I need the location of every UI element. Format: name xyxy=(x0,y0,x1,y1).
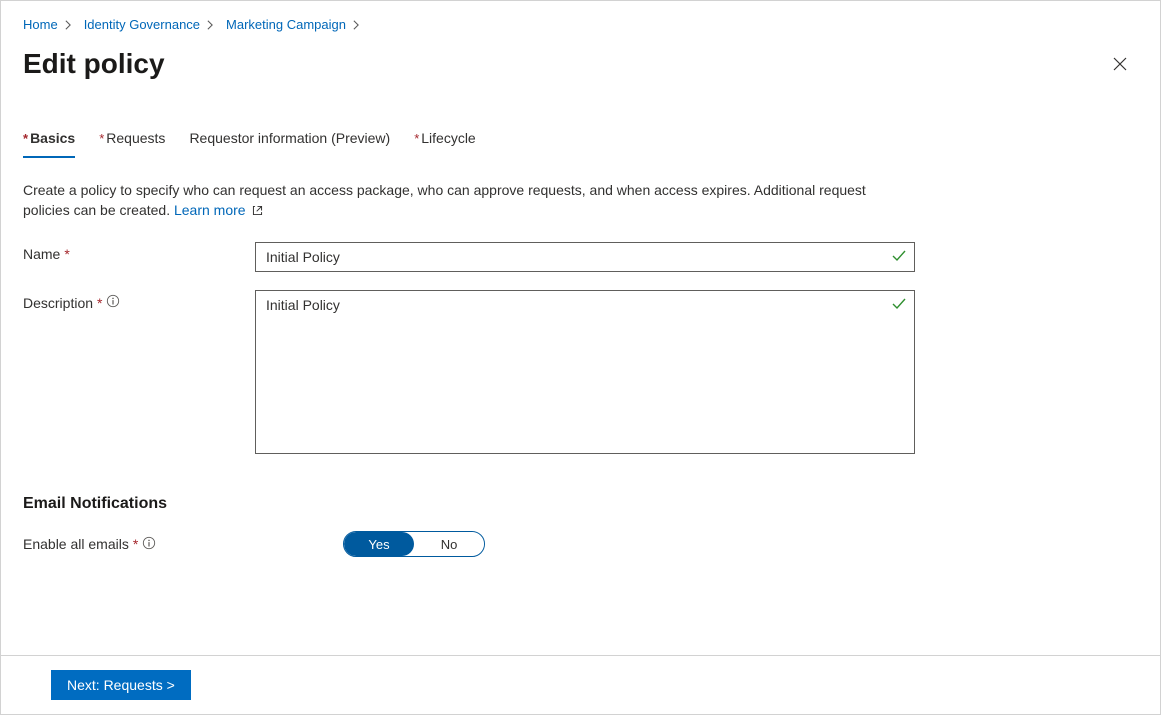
chevron-right-icon xyxy=(64,20,78,30)
next-button[interactable]: Next: Requests > xyxy=(51,670,191,700)
label-text: Description xyxy=(23,295,93,311)
crumb-marketing[interactable]: Marketing Campaign xyxy=(226,16,346,34)
chevron-right-icon xyxy=(206,20,220,30)
description-body: Create a policy to specify who can reque… xyxy=(23,182,866,218)
info-icon[interactable] xyxy=(106,294,120,311)
tab-label: Requestor information (Preview) xyxy=(189,130,390,146)
breadcrumb: Home Identity Governance Marketing Campa… xyxy=(23,12,1138,38)
check-icon xyxy=(891,248,907,267)
required-indicator: * xyxy=(64,246,69,262)
learn-more-label: Learn more xyxy=(174,202,246,218)
check-icon xyxy=(891,296,907,315)
tab-label: Requests xyxy=(106,130,165,146)
required-indicator: * xyxy=(133,536,138,552)
footer: Next: Requests > xyxy=(1,655,1160,714)
close-icon xyxy=(1112,56,1128,72)
email-section-title: Email Notifications xyxy=(23,495,1138,513)
name-label: Name * xyxy=(23,242,255,262)
toggle-no[interactable]: No xyxy=(414,532,484,556)
description-input[interactable] xyxy=(255,290,915,454)
tab-lifecycle[interactable]: * Lifecycle xyxy=(414,130,476,156)
toggle-yes[interactable]: Yes xyxy=(344,532,414,556)
close-button[interactable] xyxy=(1102,46,1138,82)
name-input[interactable] xyxy=(255,242,915,272)
crumb-home[interactable]: Home xyxy=(23,16,58,34)
learn-more-link[interactable]: Learn more xyxy=(174,202,264,218)
required-indicator: * xyxy=(97,295,102,311)
tab-requests[interactable]: * Requests xyxy=(99,130,165,156)
required-indicator: * xyxy=(414,131,419,146)
label-text: Enable all emails xyxy=(23,536,129,552)
tab-requestor-info[interactable]: Requestor information (Preview) xyxy=(189,130,390,156)
enable-emails-label: Enable all emails * xyxy=(23,536,343,553)
chevron-right-icon xyxy=(352,20,366,30)
required-indicator: * xyxy=(99,131,104,146)
tab-basics[interactable]: * Basics xyxy=(23,130,75,156)
description-label: Description * xyxy=(23,290,255,311)
required-indicator: * xyxy=(23,131,28,146)
enable-emails-toggle[interactable]: Yes No xyxy=(343,531,485,557)
tabs: * Basics * Requests Requestor informatio… xyxy=(23,130,1138,156)
tab-label: Lifecycle xyxy=(421,130,475,146)
page-title: Edit policy xyxy=(23,48,165,80)
tab-label: Basics xyxy=(30,130,75,146)
description-text: Create a policy to specify who can reque… xyxy=(23,180,903,220)
crumb-identity[interactable]: Identity Governance xyxy=(84,16,200,34)
info-icon[interactable] xyxy=(142,536,156,553)
label-text: Name xyxy=(23,246,60,262)
external-link-icon xyxy=(251,204,264,217)
